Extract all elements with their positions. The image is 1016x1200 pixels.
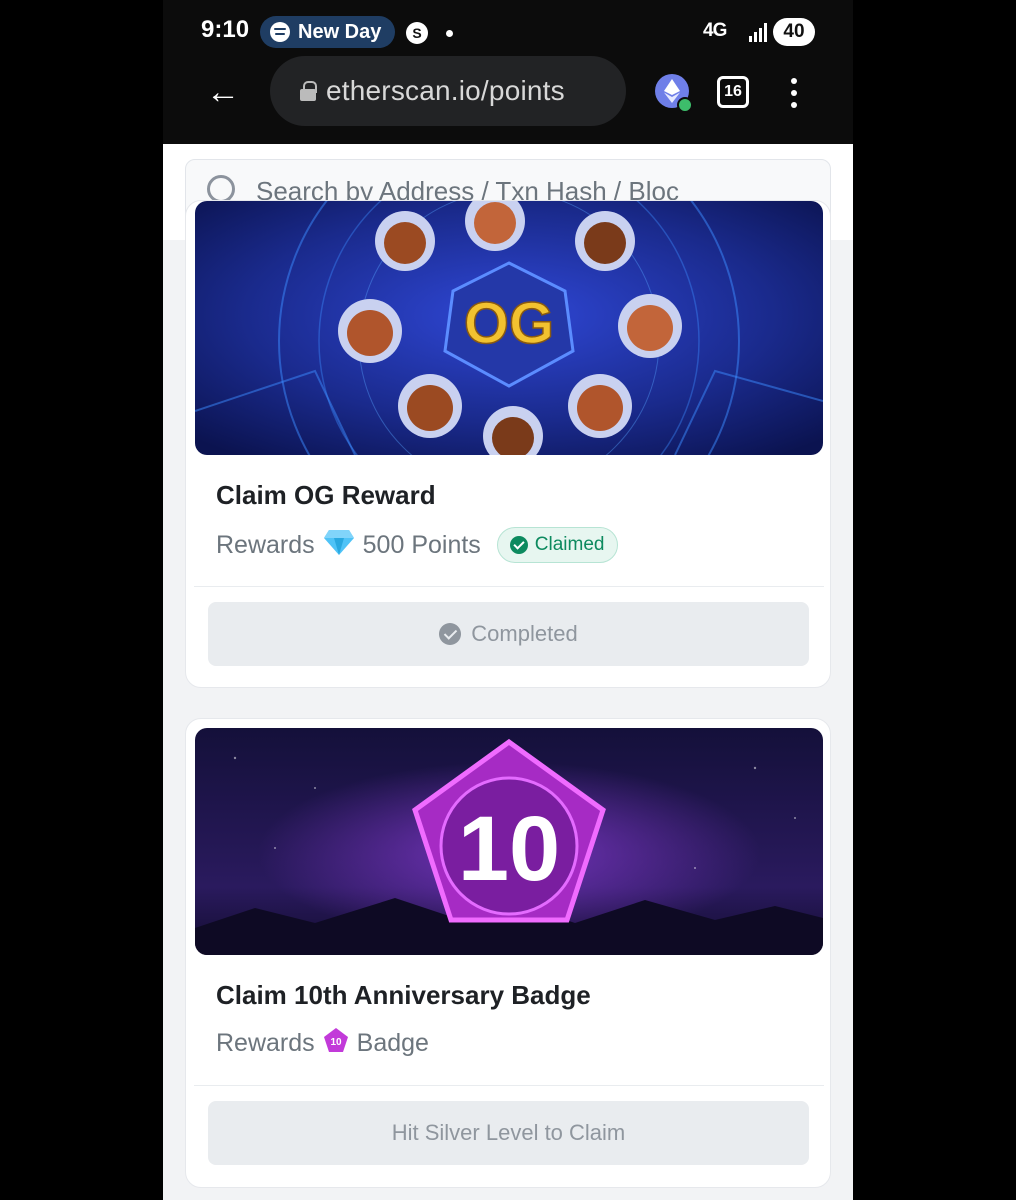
phone-screen: 9:10 New Day S 4G 40 ← etherscan.io/poin… bbox=[163, 0, 853, 1200]
hit-silver-level-button[interactable]: Hit Silver Level to Claim bbox=[208, 1101, 809, 1165]
reward-value: Badge bbox=[356, 1029, 429, 1057]
lock-icon bbox=[300, 81, 317, 101]
rewards-row: Rewards 10 Badge bbox=[216, 1027, 429, 1060]
completed-button[interactable]: Completed bbox=[208, 602, 809, 666]
status-bar: 9:10 New Day S 4G 40 bbox=[163, 0, 853, 62]
spotify-icon bbox=[270, 22, 290, 42]
diamond-icon bbox=[323, 528, 355, 563]
rewards-label: Rewards bbox=[216, 1029, 315, 1057]
signal-icon bbox=[747, 22, 769, 42]
divider bbox=[194, 1085, 824, 1086]
notification-s-icon: S bbox=[406, 22, 428, 44]
claimed-status-badge: Claimed bbox=[496, 527, 618, 563]
divider bbox=[194, 586, 824, 587]
rewards-row: Rewards 500 Points Claimed bbox=[216, 527, 618, 563]
rewards-label: Rewards bbox=[216, 530, 315, 559]
reward-value: 500 Points bbox=[362, 530, 481, 559]
back-arrow-icon[interactable]: ← bbox=[203, 74, 243, 114]
anniversary-badge-card: 10 Claim 10th Anniversary Badge Rewards … bbox=[185, 718, 831, 1188]
card-title: Claim 10th Anniversary Badge bbox=[216, 980, 591, 1010]
svg-text:10: 10 bbox=[330, 1037, 342, 1048]
network-type: 4G bbox=[703, 20, 727, 41]
og-reward-card: OG Claim OG Reward Rewards 500 Points Cl… bbox=[185, 200, 831, 688]
badge-10-icon: 10 bbox=[323, 1027, 349, 1060]
notification-dot-icon bbox=[446, 30, 453, 37]
battery-indicator: 40 bbox=[773, 18, 815, 46]
media-label: New Day bbox=[298, 20, 382, 43]
address-bar[interactable]: etherscan.io/points bbox=[270, 56, 626, 126]
status-dot-icon bbox=[677, 97, 693, 113]
og-banner-text: OG bbox=[464, 291, 554, 356]
anniversary-banner-text: 10 bbox=[458, 798, 560, 900]
browser-toolbar: ← etherscan.io/points 16 bbox=[163, 56, 853, 144]
completed-label: Completed bbox=[471, 621, 578, 646]
more-menu-icon[interactable] bbox=[788, 76, 800, 110]
og-banner-image: OG bbox=[195, 201, 823, 455]
claim-requirement-label: Hit Silver Level to Claim bbox=[391, 1120, 626, 1145]
status-time: 9:10 bbox=[201, 16, 250, 43]
media-pill[interactable]: New Day bbox=[260, 16, 396, 48]
anniversary-banner-image: 10 bbox=[195, 728, 823, 955]
check-circle-icon bbox=[509, 536, 528, 554]
tab-switcher-button[interactable]: 16 bbox=[717, 76, 749, 108]
card-title: Claim OG Reward bbox=[216, 480, 436, 510]
claimed-label: Claimed bbox=[534, 534, 605, 555]
url-text: etherscan.io/points bbox=[326, 75, 565, 106]
check-circle-icon bbox=[439, 623, 462, 645]
